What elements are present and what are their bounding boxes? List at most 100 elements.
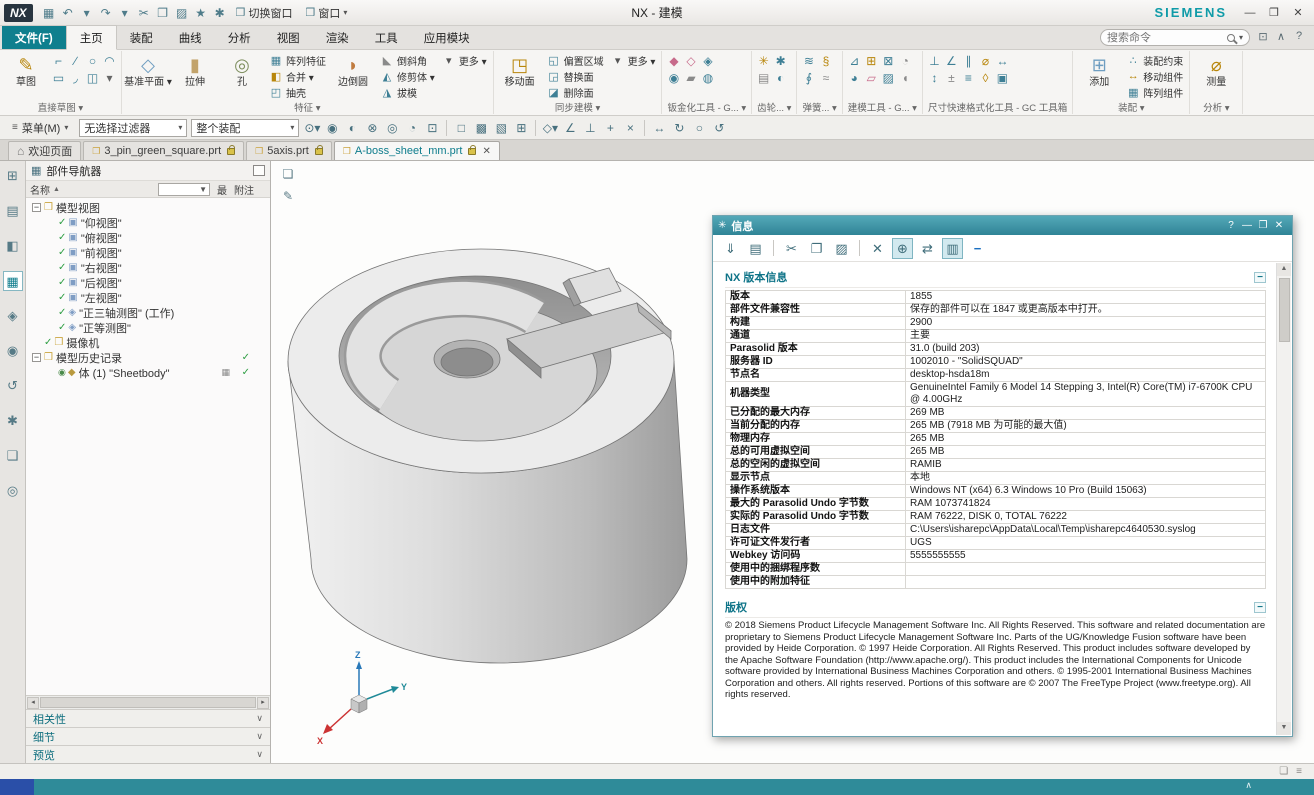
undo-caret-icon[interactable]: ▾ (78, 4, 96, 22)
switch-window-button[interactable]: ❒切换窗口 (230, 3, 299, 23)
midpoint-snap-icon[interactable]: ◐ (343, 119, 361, 137)
arc-icon[interactable]: ◠ (101, 53, 118, 70)
sketch-button[interactable]: ✎草图 (3, 51, 49, 88)
menu-application-modules-tab[interactable]: 应用模块 (411, 26, 483, 49)
plane-tool-icon[interactable]: ∠ (561, 119, 579, 137)
measure-tool-icon[interactable]: ⊿ (846, 53, 863, 70)
nav-panel-dependencies[interactable]: 相关性∨ (26, 709, 270, 727)
history-icon[interactable]: ↺ (3, 376, 23, 396)
measure-button[interactable]: ⌀测量 (1193, 51, 1239, 88)
print-icon[interactable]: ▤ (745, 238, 766, 259)
collapse-section-icon[interactable]: − (1254, 272, 1266, 283)
parallel-dim-icon[interactable]: ∥ (960, 53, 977, 70)
column-name[interactable]: 名称 (30, 182, 50, 197)
undo-icon[interactable]: ↶ (59, 4, 77, 22)
checkbox-checked-icon[interactable]: ✓ (58, 232, 66, 243)
tree-model-views[interactable]: −❒模型视图 (26, 200, 270, 215)
scroll-left-icon[interactable]: ◂ (27, 697, 39, 709)
repeat-command-icon[interactable]: ★ (192, 4, 210, 22)
point-tool-icon[interactable]: + (601, 119, 619, 137)
tree-view-left[interactable]: ✓▣"左视图" (26, 290, 270, 305)
tree-model-history[interactable]: −❒模型历史记录✓ (26, 350, 270, 365)
collapse-section-icon[interactable]: − (1254, 602, 1266, 613)
unbend-icon[interactable]: ◉ (665, 70, 682, 87)
save-icon[interactable]: ▦ (40, 4, 58, 22)
perpendicular-dim-icon[interactable]: ⊥ (926, 53, 943, 70)
reuse-library-icon[interactable]: ◈ (3, 306, 23, 326)
minimize-button[interactable]: — (1238, 3, 1262, 23)
rotate-tool-icon[interactable]: ↻ (670, 119, 688, 137)
nav-panel-preview[interactable]: 预览∨ (26, 745, 270, 763)
menu-home-tab[interactable]: 主页 (66, 25, 117, 50)
wave-spring-icon[interactable]: ≈ (817, 70, 834, 87)
window-menu-button[interactable]: ❒窗口▾ (300, 3, 354, 23)
close-button[interactable]: ✕ (1286, 3, 1310, 23)
checkbox-checked-icon[interactable]: ✓ (58, 322, 66, 333)
tree-body-sheetbody[interactable]: ◉◆体 (1) "Sheetbody"▦✓ (26, 365, 270, 380)
selection-scope-combo[interactable]: 整个装配 ▾ (191, 119, 299, 137)
collapse-all-icon[interactable]: − (967, 238, 988, 259)
paste-icon[interactable]: ▨ (831, 238, 852, 259)
part-navigator-icon[interactable]: ▦ (3, 271, 23, 291)
center-snap-icon[interactable]: ◎ (383, 119, 401, 137)
search-caret-icon[interactable]: ▾ (1239, 33, 1243, 42)
note-dim-icon[interactable]: ▣ (994, 70, 1011, 87)
column-filter-combo[interactable]: ▼ (158, 183, 210, 196)
flange-icon[interactable]: ◇ (682, 53, 699, 70)
dialog-maximize-button[interactable]: ❐ (1255, 219, 1271, 233)
add-component-button[interactable]: ⊞添加 (1076, 51, 1122, 88)
sheet-metal-icon[interactable]: ◆ (665, 53, 682, 70)
more-sketch-icon[interactable]: ▾ (101, 70, 118, 87)
ribbon-group-label-spring-tools[interactable]: 弹簧... ▾ (800, 100, 838, 114)
minimize-ribbon-icon[interactable]: ∧ (1272, 30, 1290, 46)
checkbox-checked-icon[interactable]: ✓ (58, 307, 66, 318)
hatch-icon[interactable]: ▨ (880, 70, 897, 87)
menu-view-tab[interactable]: 视图 (264, 26, 313, 49)
ribbon-group-label-assemblies-group[interactable]: 装配 ▾ (1116, 100, 1146, 114)
cut-icon[interactable]: ✂ (135, 4, 153, 22)
full-screen-icon[interactable]: ⊡ (1254, 30, 1272, 46)
offset-region-button[interactable]: ◱偏置区域 (544, 52, 607, 68)
line-icon[interactable]: ∕ (67, 53, 84, 70)
bend-icon[interactable]: ◈ (699, 53, 716, 70)
ribbon-group-label-sheet-metal-tools[interactable]: 钣金化工具 - G... ▾ (665, 100, 748, 114)
dock-indicator-icon[interactable]: ❏ (1279, 766, 1288, 777)
tree-view-isometric[interactable]: ✓◈"正等测图" (26, 320, 270, 335)
tree-view-trimetric[interactable]: ✓◈"正三轴测图" (工作) (26, 305, 270, 320)
dialog-minimize-button[interactable]: — (1239, 219, 1255, 233)
move-component-button[interactable]: ↔移动组件 (1123, 68, 1186, 84)
fillet-icon[interactable]: ◞ (67, 70, 84, 87)
tree-view-top[interactable]: ✓▣"俯视图" (26, 230, 270, 245)
datum-dim-icon[interactable]: ≡ (960, 70, 977, 87)
redo-icon[interactable]: ↷ (97, 4, 115, 22)
more-features-button[interactable]: ▾更多 ▾ (439, 52, 490, 68)
menu-file-tab[interactable]: 文件(F) (2, 26, 66, 49)
horizontal-dim-icon[interactable]: ↔ (994, 53, 1011, 70)
tree-view-back[interactable]: ✓▣"后视图" (26, 275, 270, 290)
checkbox-checked-icon[interactable]: ✓ (58, 262, 66, 273)
angle-dim-icon[interactable]: ∠ (943, 53, 960, 70)
checkbox-checked-icon[interactable]: ✓ (58, 277, 66, 288)
copy-icon[interactable]: ❐ (154, 4, 172, 22)
tab-welcome[interactable]: ⌂欢迎页面 (8, 141, 81, 160)
column-comment[interactable]: 附注 (234, 182, 266, 197)
profile-icon[interactable]: ⌐ (50, 53, 67, 70)
command-search-box[interactable]: ▾ (1100, 29, 1250, 46)
ribbon-group-label-gear-tools[interactable]: 齿轮... ▾ (755, 100, 793, 114)
ribbon-group-label-analysis-group[interactable]: 分析 ▾ (1201, 100, 1231, 114)
process-studio-icon[interactable]: ✱ (3, 411, 23, 431)
export-icon[interactable]: ⇓ (720, 238, 741, 259)
cut-icon[interactable]: ✂ (781, 238, 802, 259)
ribbon-group-label-dimension-quick-format-tools[interactable]: 尺寸快速格式化工具 - GC 工具箱 (926, 100, 1069, 114)
help-icon[interactable]: ? (1290, 30, 1308, 46)
grip-icon[interactable]: ≡ (1296, 766, 1302, 777)
scroll-right-icon[interactable]: ▸ (257, 697, 269, 709)
shaded-display-icon[interactable]: ▩ (472, 119, 490, 137)
fit-view-icon[interactable]: ⊞ (512, 119, 530, 137)
move-tool-icon[interactable]: ↔ (650, 119, 668, 137)
rapid-dimension-icon[interactable]: ◫ (84, 70, 101, 87)
diameter-dim-icon[interactable]: ⌀ (977, 53, 994, 70)
taskbar-chevron-up-icon[interactable]: ∧ (1245, 780, 1252, 791)
information-dialog[interactable]: ✳ 信息 ?—❐✕ ⇓▤✂❐▨✕⊕⇄▥− NX 版本信息 − 版本1855部件文… (712, 215, 1293, 737)
datum-plane-button[interactable]: ◇基准平面 ▾ (125, 51, 171, 88)
